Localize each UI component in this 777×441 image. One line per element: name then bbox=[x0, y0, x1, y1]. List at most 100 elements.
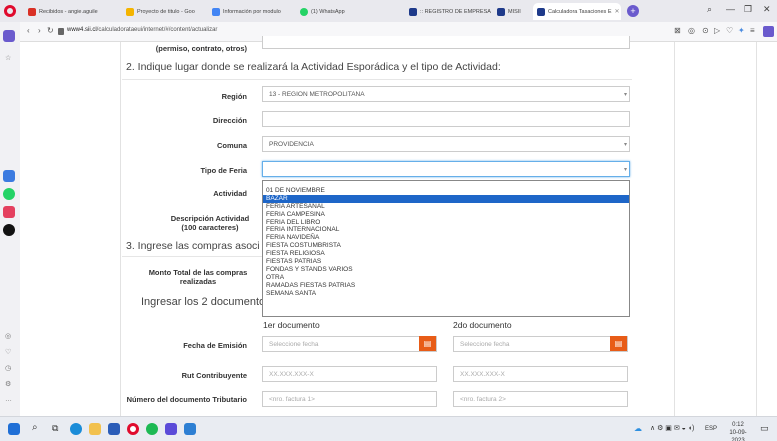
file-explorer-icon[interactable] bbox=[89, 423, 101, 435]
tab-label: Información por modulo bbox=[223, 8, 281, 15]
permiso-field[interactable] bbox=[262, 36, 630, 49]
notification-icon[interactable]: ▭ bbox=[760, 423, 769, 434]
forward-icon[interactable]: › bbox=[38, 26, 41, 35]
tab-label: MISII bbox=[508, 8, 521, 15]
tab-registro-empresa[interactable]: :: REGISTRO DE EMPRESA bbox=[405, 3, 491, 20]
new-tab-button[interactable]: + bbox=[627, 5, 639, 17]
bookmark-icon[interactable]: ☆ bbox=[5, 54, 11, 62]
comuna-select[interactable]: PROVIDENCIA ▾ bbox=[262, 136, 630, 152]
dropdown-option[interactable]: FERIA DEL LIBRO bbox=[263, 219, 629, 227]
search-tabs-icon[interactable]: ⌕ bbox=[707, 4, 712, 15]
calendar-2-button[interactable]: ▤ bbox=[610, 336, 627, 351]
fecha-2-input[interactable]: Seleccione fecha bbox=[453, 336, 628, 352]
dropdown-option[interactable]: 01 DE NOVIEMBRE bbox=[263, 187, 629, 195]
home-icon[interactable] bbox=[3, 30, 15, 42]
heart-icon[interactable]: ♡ bbox=[726, 26, 733, 35]
history-icon[interactable]: ◷ bbox=[5, 364, 11, 372]
dropdown-option[interactable]: FONDAS Y STANDS VARIOS bbox=[263, 266, 629, 274]
discord-icon[interactable] bbox=[165, 423, 177, 435]
whatsapp-icon[interactable] bbox=[3, 188, 15, 200]
chevron-down-icon: ▾ bbox=[623, 92, 627, 98]
nro-2-input[interactable]: <nro. factura 2> bbox=[453, 391, 628, 407]
tipo-feria-dropdown-list: 01 DE NOVIEMBRE BAZAR FERIA ARTESANAL FE… bbox=[262, 180, 630, 317]
clock[interactable]: 0:12 10-09-2023 bbox=[724, 421, 752, 441]
app-icon[interactable] bbox=[3, 170, 15, 182]
rut-1-placeholder: XX.XXX.XXX-X bbox=[269, 371, 314, 378]
docs-title: Ingresar los 2 documento bbox=[141, 296, 266, 308]
windows-start-icon[interactable] bbox=[8, 423, 20, 435]
tab-google-docs[interactable]: Proyecto de titulo - Goo bbox=[122, 3, 206, 20]
rut-1-input[interactable]: XX.XXX.XXX-X bbox=[262, 366, 437, 382]
task-view-icon[interactable]: ⧉ bbox=[52, 423, 58, 434]
tab-label: :: REGISTRO DE EMPRESA bbox=[420, 8, 491, 15]
settings-icon[interactable]: ⚙ bbox=[5, 380, 11, 388]
direccion-label: Dirección bbox=[212, 116, 247, 125]
dropdown-option[interactable]: FIESTA RELIGIOSA bbox=[263, 250, 629, 258]
tab-calculadora-active[interactable]: Calculadora Tasaciones E ✕ bbox=[533, 3, 621, 20]
heart-icon[interactable]: ♡ bbox=[5, 348, 11, 356]
tray-arrow-icon[interactable]: ∧ ⚙ ▣ ✉ ◒ ◖) bbox=[650, 424, 694, 432]
dropdown-option[interactable]: FIESTAS PATRIAS bbox=[263, 258, 629, 266]
more-icon[interactable]: … bbox=[5, 396, 12, 403]
restore-icon[interactable]: ❐ bbox=[744, 4, 752, 15]
dropdown-option[interactable]: FERIA ARTESANAL bbox=[263, 203, 629, 211]
reload-icon[interactable]: ↻ bbox=[47, 26, 54, 35]
menu-icon[interactable]: ≡ bbox=[750, 26, 755, 35]
opera-logo-icon[interactable] bbox=[4, 5, 16, 17]
region-label: Región bbox=[221, 92, 247, 101]
dropdown-option[interactable]: FERIA CAMPESINA bbox=[263, 211, 629, 219]
instagram-icon[interactable] bbox=[3, 206, 15, 218]
fecha-2-placeholder: Seleccione fecha bbox=[460, 341, 510, 348]
tab-gmail[interactable]: Recibidos - angie.aguile bbox=[24, 3, 118, 20]
tab-whatsapp[interactable]: (1) WhatsApp bbox=[296, 3, 386, 20]
camera-icon[interactable]: ◎ bbox=[688, 26, 695, 35]
vscode-icon[interactable] bbox=[184, 423, 196, 435]
dropdown-option[interactable]: SEMANA SANTA bbox=[263, 290, 629, 298]
shield-icon[interactable]: ⊙ bbox=[702, 26, 709, 35]
dropdown-option[interactable]: FERIA NAVIDEÑA bbox=[263, 234, 629, 242]
opera-sidebar: ☆ ◎ ♡ ◷ ⚙ … bbox=[0, 22, 20, 416]
dropdown-option[interactable]: RAMADAS FIESTAS PATRIAS bbox=[263, 282, 629, 290]
edge-icon[interactable] bbox=[70, 423, 82, 435]
tipo-feria-label: Tipo de Feria bbox=[200, 166, 247, 175]
comuna-label: Comuna bbox=[217, 141, 247, 150]
nro-1-input[interactable]: <nro. factura 1> bbox=[262, 391, 437, 407]
tiktok-icon[interactable] bbox=[3, 224, 15, 236]
nro-2-placeholder: <nro. factura 2> bbox=[460, 396, 506, 403]
url-field[interactable]: www4.sii.cl/calculadorataeui/internet/#/… bbox=[67, 27, 217, 33]
descripcion-label-line2: (100 caracteres) bbox=[181, 223, 239, 232]
chevron-down-icon: ▾ bbox=[623, 142, 627, 148]
dropdown-option-selected[interactable]: BAZAR bbox=[263, 194, 629, 203]
dropdown-option[interactable]: FIESTA COSTUMBRISTA bbox=[263, 242, 629, 250]
flag-icon bbox=[409, 7, 417, 16]
onedrive-icon[interactable]: ☁ bbox=[634, 424, 642, 433]
direccion-input[interactable] bbox=[262, 111, 630, 127]
actividad-label: Actividad bbox=[213, 189, 247, 198]
search-icon[interactable]: ⌕ bbox=[32, 422, 38, 433]
language-indicator[interactable]: ESP bbox=[705, 426, 717, 432]
url-domain: www4.sii.cl bbox=[67, 27, 97, 33]
minimize-icon[interactable]: — bbox=[726, 4, 735, 14]
region-select[interactable]: 13 - REGION METROPOLITANA ▾ bbox=[262, 86, 630, 102]
document-icon bbox=[212, 7, 220, 16]
section-2-title: 2. Indique lugar donde se realizará la A… bbox=[126, 61, 501, 73]
send-icon[interactable]: ▷ bbox=[714, 26, 720, 35]
dropdown-option[interactable]: OTRA bbox=[263, 274, 629, 282]
tipo-feria-select[interactable]: ▾ bbox=[262, 161, 630, 177]
store-icon[interactable] bbox=[108, 423, 120, 435]
close-tab-icon[interactable]: ✕ bbox=[615, 8, 620, 15]
nro-1-placeholder: <nro. factura 1> bbox=[269, 396, 315, 403]
snapshot-icon[interactable]: ⊠ bbox=[674, 26, 681, 35]
close-window-icon[interactable]: ✕ bbox=[763, 4, 771, 15]
rut-2-input[interactable]: XX.XXX.XXX-X bbox=[453, 366, 628, 382]
chevron-down-icon: ▾ bbox=[623, 167, 627, 173]
back-icon[interactable]: ‹ bbox=[27, 26, 30, 35]
player-icon[interactable]: ◎ bbox=[5, 332, 11, 340]
tab-informacion[interactable]: Información por modulo bbox=[208, 3, 294, 20]
ai-spark-icon[interactable]: ✦ bbox=[738, 26, 745, 35]
calendar-1-button[interactable]: ▤ bbox=[419, 336, 436, 351]
opera-icon[interactable] bbox=[127, 423, 139, 435]
fecha-1-input[interactable]: Seleccione fecha bbox=[262, 336, 437, 352]
profile-icon[interactable] bbox=[763, 26, 774, 37]
spotify-icon[interactable] bbox=[146, 423, 158, 435]
